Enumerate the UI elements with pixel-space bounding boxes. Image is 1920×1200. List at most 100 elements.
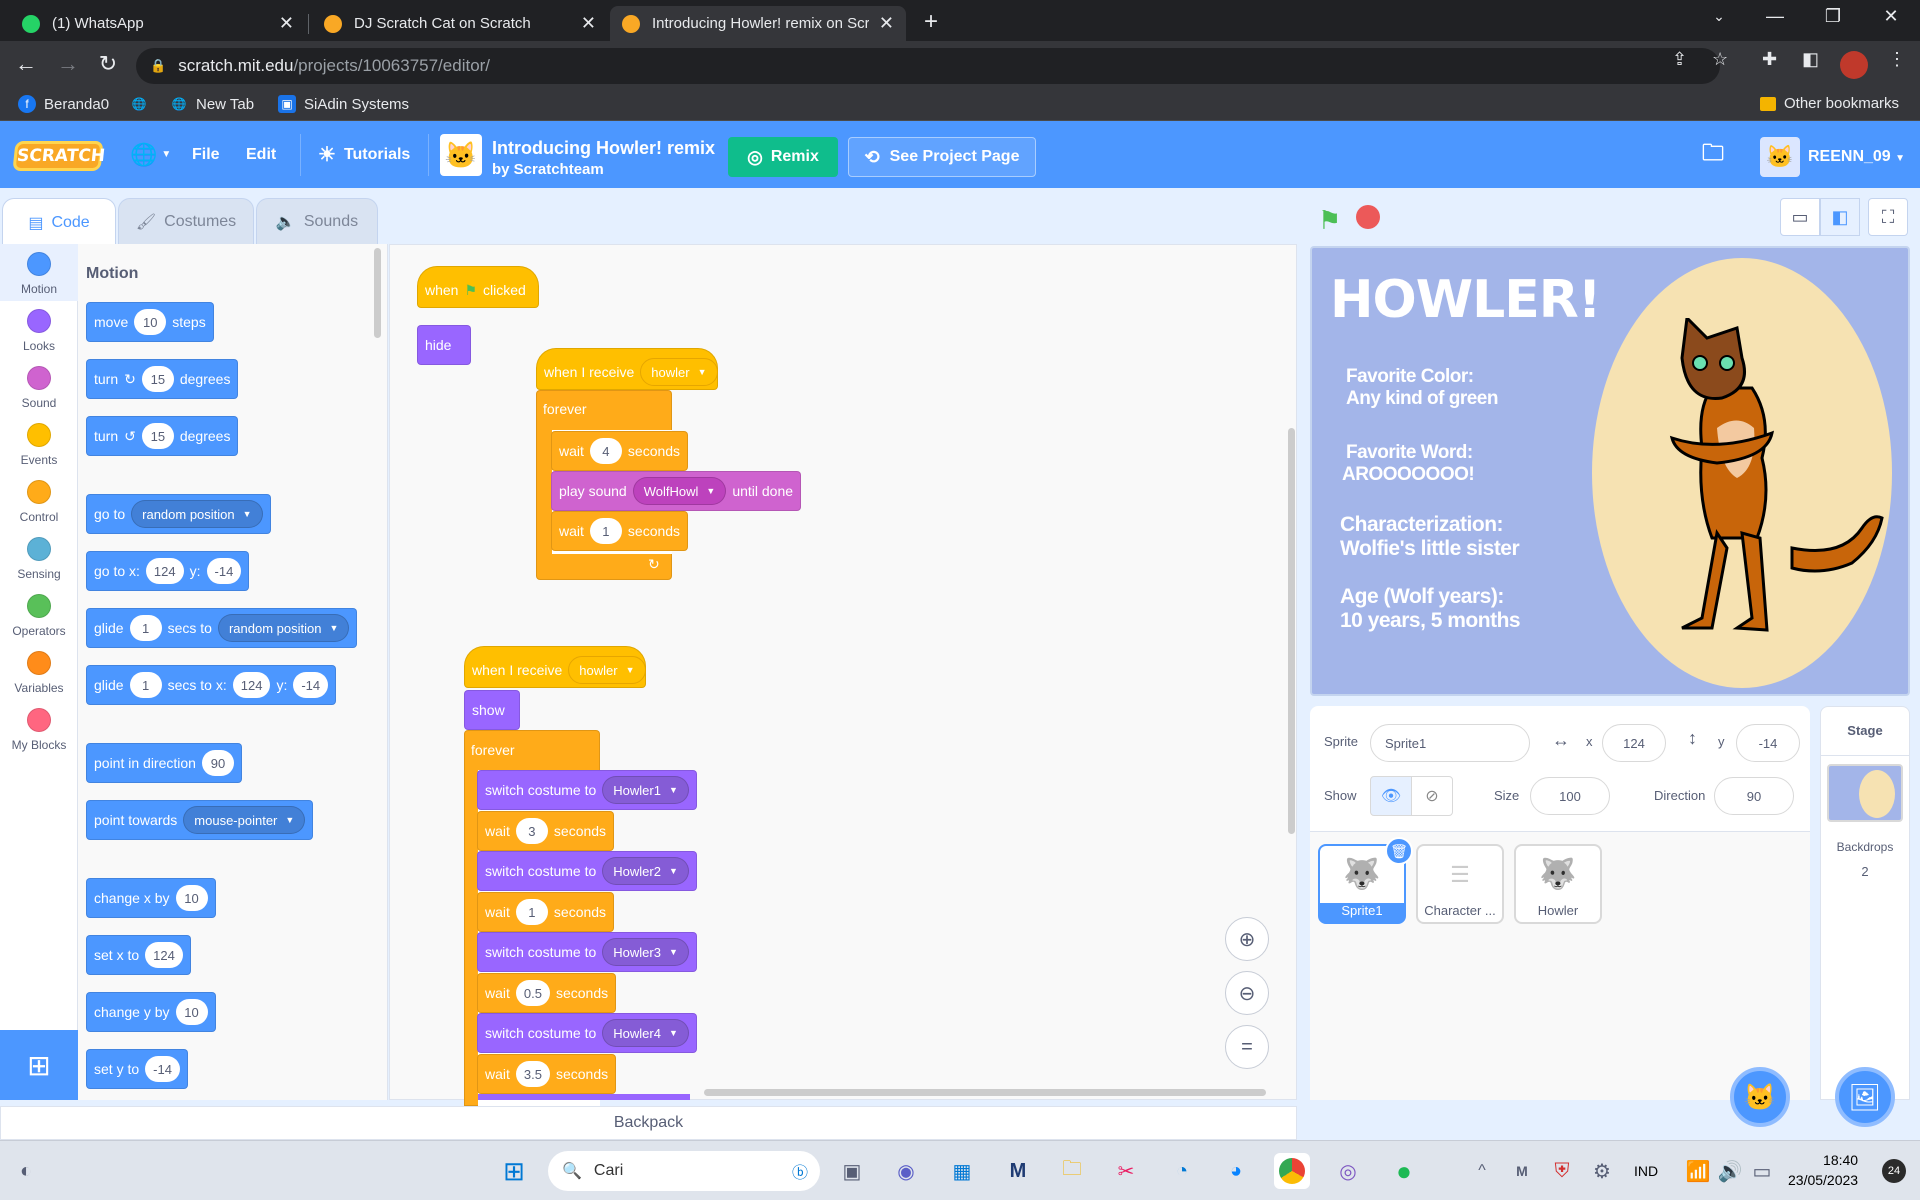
category-operators[interactable]: Operators — [0, 586, 78, 643]
size-input[interactable]: 100 — [1530, 777, 1610, 815]
switch-costume-block[interactable]: switch costume to Howler4 ▼ — [477, 1013, 697, 1053]
number-input[interactable]: 10 — [134, 309, 167, 335]
window-close-icon[interactable]: ✕ — [1868, 6, 1914, 27]
turn-right-block[interactable]: turn ↻ 15 degrees — [86, 359, 239, 399]
number-input[interactable]: 4 — [589, 438, 622, 464]
tab-dj-scratch[interactable]: DJ Scratch Cat on Scratch ✕ — [312, 6, 608, 41]
spotify-icon[interactable]: ● — [1386, 1153, 1422, 1189]
chat-icon[interactable]: ◉ — [888, 1153, 924, 1189]
delete-sprite-icon[interactable]: 🗑 — [1385, 837, 1413, 865]
wait-block[interactable]: wait 3 seconds — [477, 811, 615, 851]
language-globe-icon[interactable]: 🌐 ▼ — [130, 121, 171, 188]
turn-left-block[interactable]: turn ↺ 15 degrees — [86, 416, 239, 456]
horizontal-scrollbar[interactable] — [704, 1089, 1266, 1096]
message-dropdown[interactable]: howler ▼ — [640, 358, 718, 386]
stage-canvas[interactable]: HOWLER! Favorite Color: Any kind of gree… — [1310, 246, 1910, 696]
when-i-receive-block[interactable]: when I receive howler ▼ — [536, 348, 718, 390]
sidepanel-icon[interactable]: ◧ — [1802, 49, 1819, 70]
edge-icon[interactable]: ◕ — [1218, 1153, 1254, 1189]
category-my-blocks[interactable]: My Blocks — [0, 700, 78, 757]
number-input[interactable]: 1 — [515, 899, 548, 925]
back-arrow-icon[interactable]: ← — [10, 51, 42, 77]
zoom-reset-button[interactable]: = — [1225, 1025, 1269, 1069]
sprite-tile-howler[interactable]: 🐺 Howler — [1514, 844, 1602, 924]
chrome-menu-icon[interactable]: ⋮ — [1888, 49, 1906, 70]
user-avatar[interactable]: 🐱 — [1760, 137, 1800, 177]
chrome-icon[interactable] — [1274, 1153, 1310, 1189]
windows-start-icon[interactable]: ⊞ — [496, 1153, 532, 1189]
tab-costumes[interactable]: 🖌 Costumes — [118, 198, 254, 244]
username[interactable]: REENN_09 ▼ — [1808, 148, 1905, 166]
glide-xy-block[interactable]: glide 1 secs to x: 124 y: -14 — [86, 665, 337, 705]
point-in-direction-block[interactable]: point in direction 90 — [86, 743, 242, 783]
number-input[interactable]: 10 — [175, 999, 208, 1025]
hide-block[interactable]: hide — [417, 325, 471, 365]
forward-arrow-icon[interactable]: → — [52, 51, 84, 77]
my-stuff-folder-icon[interactable]: 🗀 — [1702, 121, 1724, 188]
wait-block[interactable]: wait 0.5 seconds — [477, 973, 617, 1013]
see-project-page-button[interactable]: ⟲ See Project Page — [848, 137, 1036, 177]
file-explorer-icon[interactable]: 🗀 — [1054, 1153, 1090, 1189]
volume-icon[interactable]: 🔊 — [1712, 1153, 1748, 1189]
number-input[interactable]: -14 — [145, 1056, 180, 1082]
notification-badge[interactable]: 24 — [1882, 1159, 1906, 1183]
set-x-block[interactable]: set x to 124 — [86, 935, 191, 975]
number-input[interactable]: 124 — [145, 942, 183, 968]
category-motion[interactable]: Motion — [0, 244, 78, 301]
target-dropdown[interactable]: random position ▼ — [131, 500, 263, 528]
point-towards-block[interactable]: point towards mouse-pointer ▼ — [86, 800, 314, 840]
category-looks[interactable]: Looks — [0, 301, 78, 358]
message-dropdown[interactable]: howler ▼ — [568, 656, 646, 684]
x-input[interactable]: 124 — [1602, 724, 1666, 762]
target-dropdown[interactable]: random position ▼ — [217, 614, 350, 642]
category-control[interactable]: Control — [0, 472, 78, 529]
store-icon[interactable]: ▦ — [944, 1153, 980, 1189]
vertical-scrollbar[interactable] — [1288, 428, 1295, 834]
category-variables[interactable]: Variables — [0, 643, 78, 700]
set-y-block[interactable]: set y to -14 — [86, 1049, 188, 1089]
snipping-icon[interactable]: ✂ — [1108, 1153, 1144, 1189]
costume-dropdown[interactable]: Howler4 ▼ — [602, 1019, 689, 1047]
category-sound[interactable]: Sound — [0, 358, 78, 415]
target-dropdown[interactable]: mouse-pointer ▼ — [183, 806, 306, 834]
close-icon[interactable]: ✕ — [279, 13, 294, 34]
scratch-logo[interactable]: SCRATCH — [12, 141, 106, 171]
bookmark-globe[interactable]: 🌐 — [130, 95, 148, 113]
x-input[interactable]: 124 — [232, 672, 271, 698]
profile-avatar[interactable] — [1840, 51, 1868, 79]
show-hidden-button[interactable]: ⊘ — [1411, 776, 1453, 816]
costume-dropdown[interactable]: Howler2 ▼ — [602, 857, 689, 885]
secs-input[interactable]: 1 — [129, 672, 162, 698]
bookmark-beranda[interactable]: f Beranda0 — [18, 95, 109, 113]
secs-input[interactable]: 1 — [129, 615, 162, 641]
move-steps-block[interactable]: move 10 steps — [86, 302, 214, 342]
change-y-block[interactable]: change y by 10 — [86, 992, 216, 1032]
zoom-in-button[interactable]: ⊕ — [1225, 917, 1269, 961]
palette-scrollbar[interactable] — [374, 248, 381, 338]
wifi-icon[interactable]: 📶 — [1680, 1153, 1716, 1189]
switch-costume-block[interactable]: switch costume to Howler2 ▼ — [477, 851, 697, 891]
mail-app-icon[interactable]: M — [1000, 1153, 1036, 1189]
choose-sprite-button[interactable]: 🐱 — [1730, 1067, 1790, 1127]
costume-dropdown[interactable]: Howler1 ▼ — [602, 776, 689, 804]
tray-m-icon[interactable]: M — [1504, 1153, 1540, 1189]
reload-icon[interactable]: ↻ — [92, 51, 124, 77]
close-icon[interactable]: ✕ — [879, 13, 894, 34]
y-input[interactable]: -14 — [206, 558, 242, 584]
bookmark-star-icon[interactable]: ☆ — [1712, 49, 1728, 70]
large-stage-button[interactable]: ◧ — [1820, 198, 1860, 236]
play-sound-until-done-block[interactable]: play sound WolfHowl ▼ until done — [551, 471, 802, 511]
extensions-puzzle-icon[interactable]: ✚ — [1762, 49, 1777, 70]
zoom-out-button[interactable]: ⊖ — [1225, 971, 1269, 1015]
number-input[interactable]: 15 — [141, 366, 174, 392]
number-input[interactable]: 3 — [515, 818, 548, 844]
url-bar[interactable]: 🔒 scratch.mit.edu/projects/10063757/edit… — [136, 48, 1720, 84]
glide-to-block[interactable]: glide 1 secs to random position ▼ — [86, 608, 358, 648]
y-input[interactable]: -14 — [1736, 724, 1800, 762]
when-flag-clicked-block[interactable]: when ⚑ clicked — [417, 266, 539, 308]
new-tab-icon[interactable]: + — [924, 8, 938, 36]
choose-backdrop-button[interactable]: 🖼 — [1835, 1067, 1895, 1127]
fullscreen-button[interactable]: ⛶ — [1868, 198, 1908, 236]
battery-icon[interactable]: ▭ — [1744, 1153, 1780, 1189]
remix-button[interactable]: ◎ Remix — [728, 137, 838, 177]
